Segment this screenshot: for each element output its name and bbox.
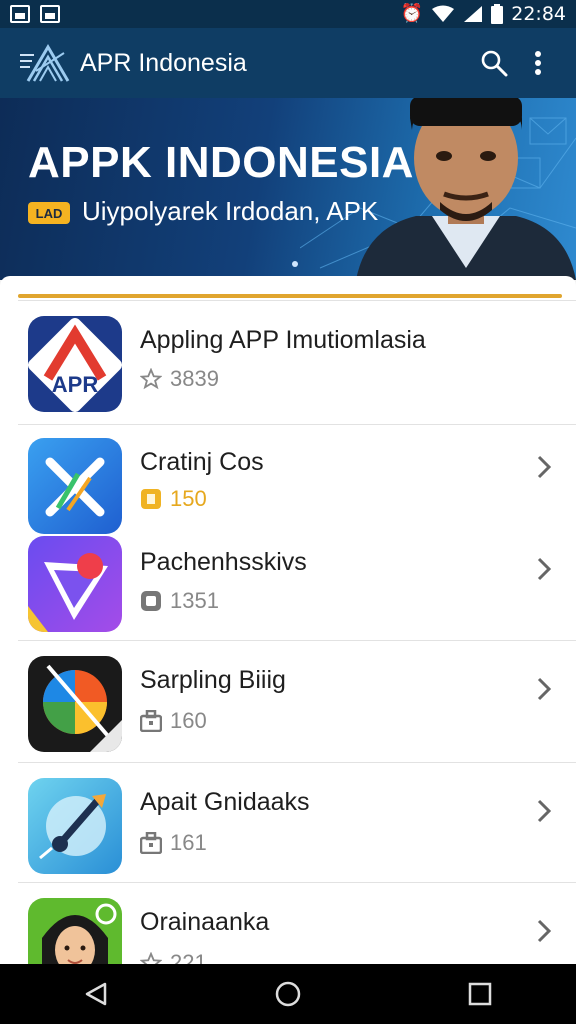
star-icon <box>140 368 162 390</box>
app-meta: 160 <box>140 708 207 734</box>
home-button[interactable] <box>258 964 318 1024</box>
app-meta: 3839 <box>140 366 219 392</box>
back-icon <box>85 982 107 1006</box>
list-item[interactable]: APR Appling APP Imutiomlasia 3839 <box>0 300 576 422</box>
app-logo-icon <box>18 41 74 85</box>
storage-icon <box>141 591 161 611</box>
battery-icon <box>491 4 504 24</box>
recents-icon <box>468 982 492 1006</box>
navigation-bar <box>0 964 576 1024</box>
chevron-right-icon <box>537 677 552 701</box>
list-item[interactable]: Sarpling Biiig 160 <box>0 640 576 762</box>
list-item[interactable]: Apait Gnidaaks 161 <box>0 762 576 882</box>
banner-person-image <box>356 98 576 280</box>
chevron-right-icon <box>537 455 552 479</box>
app-meta-value: 161 <box>170 830 207 855</box>
carousel-indicator[interactable] <box>292 261 298 267</box>
app-name: Apait Gnidaaks <box>140 788 310 816</box>
chevron-right-icon <box>537 557 552 581</box>
notification-icon <box>10 5 30 23</box>
app-name: Orainaanka <box>140 908 270 936</box>
banner-subtitle: Uiypolyarek Irdodan, APK <box>82 196 379 226</box>
app-meta: 161 <box>140 830 207 856</box>
app-icon <box>28 778 122 874</box>
search-icon <box>481 50 508 77</box>
banner-badge: LAD <box>28 202 70 224</box>
app-meta-value: 1351 <box>170 588 219 613</box>
divider <box>18 424 576 425</box>
alarm-icon: ⏰ <box>400 3 424 24</box>
app-title: APR Indonesia <box>80 48 247 77</box>
app-meta: 1351 <box>140 588 219 614</box>
app-meta-value: 3839 <box>170 366 219 391</box>
coin-icon <box>141 489 161 509</box>
chevron-right-icon <box>537 919 552 943</box>
more-options-button[interactable] <box>516 41 560 85</box>
list-item[interactable]: Pachenhsskivs 1351 <box>0 518 576 640</box>
app-name: Cratinj Cos <box>140 448 264 476</box>
app-name: Sarpling Biiig <box>140 666 286 694</box>
recents-button[interactable] <box>450 964 510 1024</box>
chevron-right-icon <box>537 799 552 823</box>
accent-bar <box>18 294 562 298</box>
apr-logo-text: APR <box>52 372 99 397</box>
search-button[interactable] <box>472 41 516 85</box>
apr-app-icon: APR <box>28 316 122 412</box>
promo-banner[interactable]: APPK INDONESIA LAD Uiypolyarek Irdodan, … <box>0 98 576 280</box>
home-icon <box>275 981 301 1007</box>
briefcase-icon <box>140 710 162 732</box>
back-button[interactable] <box>66 964 126 1024</box>
briefcase-icon <box>140 832 162 854</box>
app-meta: 150 <box>140 486 207 512</box>
app-icon <box>28 536 122 632</box>
app-bar: APR Indonesia <box>0 28 576 98</box>
app-meta-value: 160 <box>170 708 207 733</box>
status-bar: ⏰ 22:84 <box>0 0 576 28</box>
app-icon <box>28 656 122 752</box>
divider <box>18 640 576 641</box>
divider <box>18 762 576 763</box>
app-name: Pachenhsskivs <box>140 548 307 576</box>
signal-icon <box>464 6 483 22</box>
divider <box>18 882 576 883</box>
app-name: Appling APP Imutiomlasia <box>140 326 426 354</box>
status-time: 22:84 <box>511 3 566 25</box>
app-icon <box>28 898 122 966</box>
gallery-icon <box>40 5 60 23</box>
more-vert-icon <box>535 51 541 75</box>
list-item[interactable]: Orainaanka 221 <box>0 882 576 966</box>
wifi-icon <box>432 5 455 22</box>
list-item[interactable]: Cratinj Cos 150 <box>0 422 576 534</box>
divider <box>18 300 576 301</box>
app-meta-value: 150 <box>170 486 207 511</box>
app-list: APR Appling APP Imutiomlasia 3839 Cratin… <box>0 276 576 966</box>
